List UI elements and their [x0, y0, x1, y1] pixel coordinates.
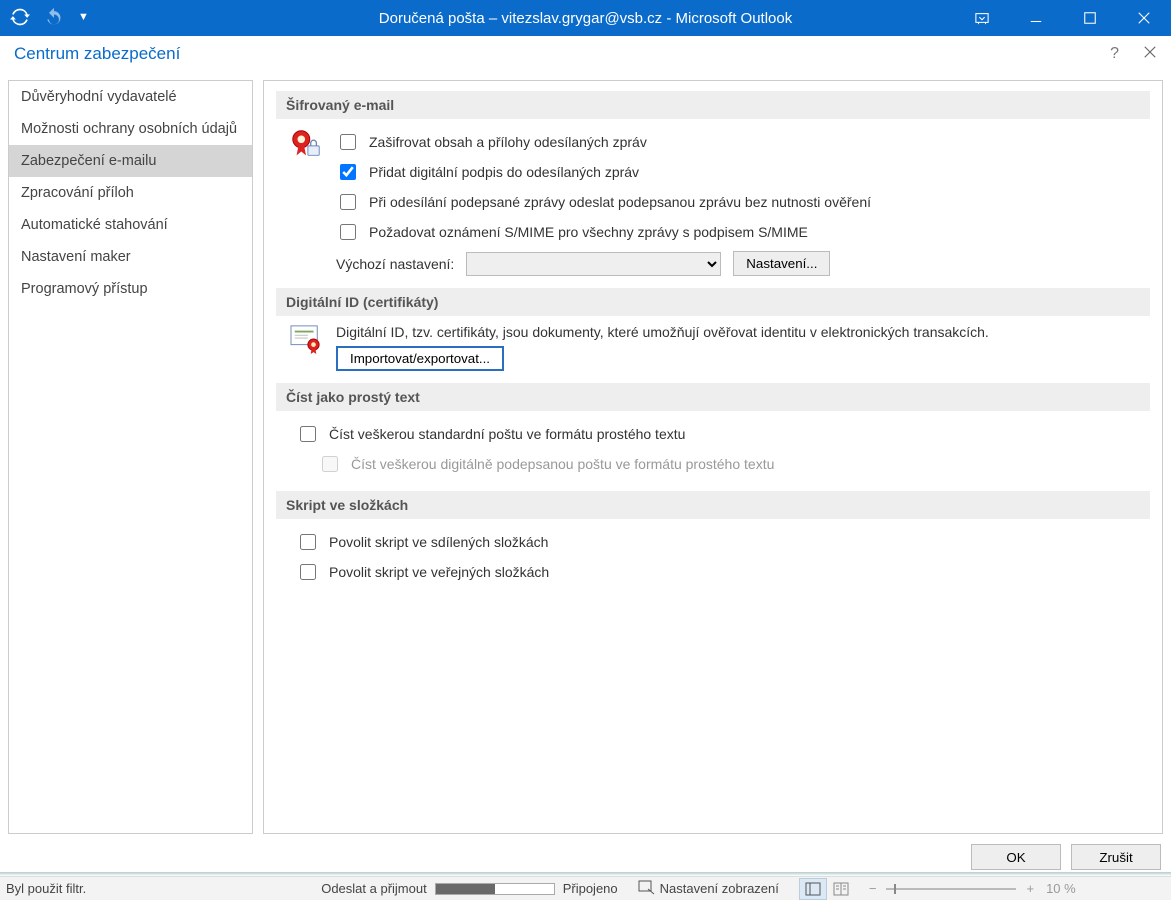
- certificate-icon: [289, 324, 323, 357]
- digitalid-description: Digitální ID, tzv. certifikáty, jsou dok…: [336, 324, 1150, 346]
- zoom-level: 10 %: [1046, 881, 1076, 896]
- sidebar-item-attachment-handling[interactable]: Zpracování příloh: [9, 177, 252, 209]
- content-pane: Šifrovaný e-mail Zašifrovat obsah a příl…: [263, 80, 1163, 834]
- view-settings-icon[interactable]: [638, 879, 656, 898]
- checkbox-encrypt-contents[interactable]: Zašifrovat obsah a přílohy odesílaných z…: [336, 127, 1150, 157]
- checkbox-request-smime-receipt[interactable]: Požadovat oznámení S/MIME pro všechny zp…: [336, 217, 1150, 247]
- settings-button[interactable]: Nastavení...: [733, 251, 830, 276]
- zoom-out-icon[interactable]: −: [869, 881, 877, 896]
- status-sendreceive: Odeslat a přijmout: [321, 881, 427, 896]
- section-encrypted-title: Šifrovaný e-mail: [276, 91, 1150, 119]
- window-title: Doručená pošta – vitezslav.grygar@vsb.cz…: [0, 10, 1171, 27]
- sidebar-item-programmatic-access[interactable]: Programový přístup: [9, 273, 252, 305]
- view-normal-icon[interactable]: [799, 878, 827, 900]
- section-script-title: Skript ve složkách: [276, 491, 1150, 519]
- sidebar: Důvěryhodní vydavatelé Možnosti ochrany …: [8, 80, 253, 834]
- section-digitalid-title: Digitální ID (certifikáty): [276, 288, 1150, 316]
- checkbox-add-signature[interactable]: Přidat digitální podpis do odesílaných z…: [336, 157, 1150, 187]
- sidebar-item-automatic-download[interactable]: Automatické stahování: [9, 209, 252, 241]
- checkbox-read-standard-plaintext[interactable]: Číst veškerou standardní poštu ve formát…: [296, 419, 1150, 449]
- dialog-header: Centrum zabezpečení ?: [0, 36, 1171, 72]
- ribbon-seal-icon: [289, 127, 323, 164]
- status-connected: Připojeno: [563, 881, 618, 896]
- zoom-in-icon[interactable]: +: [1026, 881, 1034, 896]
- dialog-close-icon[interactable]: [1143, 44, 1157, 64]
- ok-button[interactable]: OK: [971, 844, 1061, 870]
- cancel-button[interactable]: Zrušit: [1071, 844, 1161, 870]
- sidebar-item-email-security[interactable]: Zabezpečení e-mailu: [9, 145, 252, 177]
- status-bar: Byl použit filtr. Odeslat a přijmout Při…: [0, 876, 1171, 900]
- checkbox-script-shared-folders[interactable]: Povolit skript ve sdílených složkách: [296, 527, 1150, 557]
- import-export-button[interactable]: Importovat/exportovat...: [336, 346, 504, 371]
- sidebar-item-trusted-publishers[interactable]: Důvěryhodní vydavatelé: [9, 81, 252, 113]
- checkbox-read-signed-plaintext: Číst veškerou digitálně podepsanou poštu…: [318, 449, 1150, 479]
- zoom-slider[interactable]: [886, 888, 1016, 890]
- window-titlebar: ▼ Doručená pošta – vitezslav.grygar@vsb.…: [0, 0, 1171, 36]
- progress-bar: [435, 883, 555, 895]
- checkbox-send-cleartext-signed[interactable]: Při odesílání podepsané zprávy odeslat p…: [336, 187, 1150, 217]
- default-setting-label: Výchozí nastavení:: [336, 256, 454, 272]
- view-settings-label[interactable]: Nastavení zobrazení: [660, 881, 779, 896]
- dialog-title: Centrum zabezpečení: [14, 44, 180, 64]
- sidebar-item-macro-settings[interactable]: Nastavení maker: [9, 241, 252, 273]
- checkbox-script-public-folders[interactable]: Povolit skript ve veřejných složkách: [296, 557, 1150, 587]
- view-reading-icon[interactable]: [827, 878, 855, 900]
- status-filter: Byl použit filtr.: [6, 881, 86, 896]
- help-icon[interactable]: ?: [1110, 45, 1119, 63]
- sidebar-item-privacy-options[interactable]: Možnosti ochrany osobních údajů: [9, 113, 252, 145]
- default-setting-select[interactable]: [466, 252, 721, 276]
- section-plaintext-title: Číst jako prostý text: [276, 383, 1150, 411]
